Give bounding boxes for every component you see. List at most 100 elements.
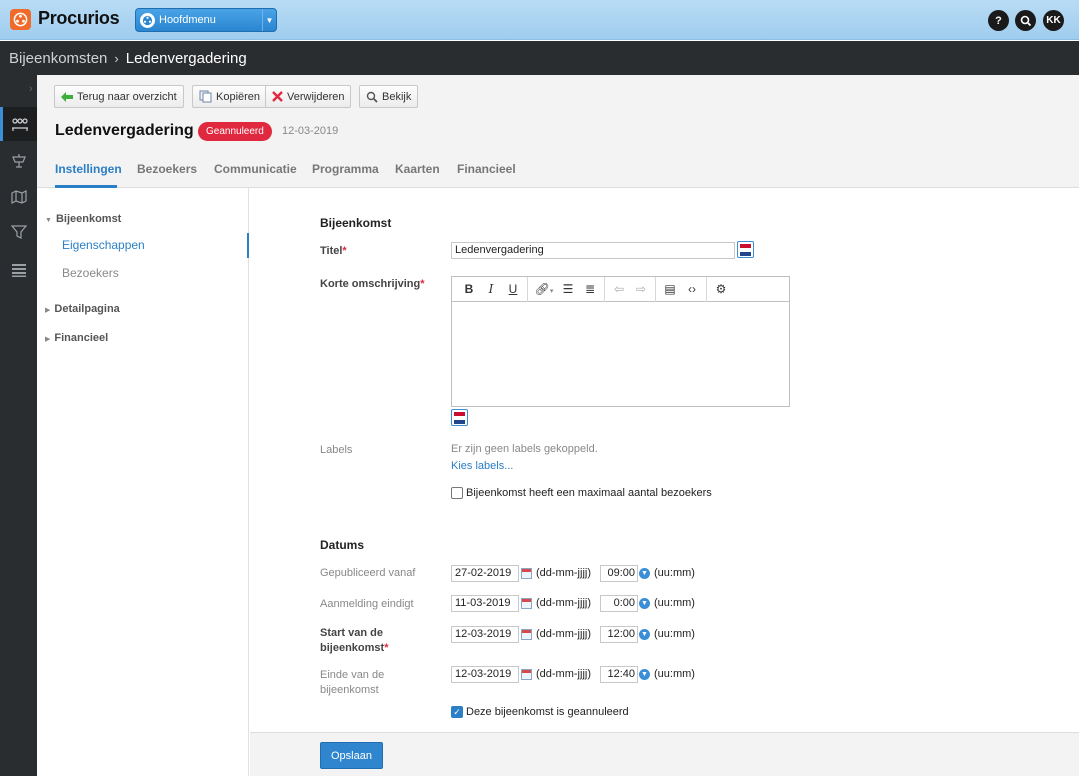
triangle-right-icon: ▶ bbox=[45, 336, 51, 343]
form-content: Bijeenkomst Titel* Ledenvergadering Kort… bbox=[250, 188, 1079, 776]
bullet-list-icon[interactable]: ☰ bbox=[557, 282, 579, 296]
search-button[interactable] bbox=[1015, 10, 1036, 31]
expand-rail-icon[interactable]: › bbox=[29, 83, 33, 95]
date-format-hint: (dd-mm-jjjj) bbox=[536, 668, 591, 680]
rich-text-editor[interactable]: B I U 🔗︎▾ ☰ ≣ ⇦ ⇨ ▤ ‹› ⚙ bbox=[451, 276, 790, 407]
copy-button[interactable]: Kopiëren bbox=[192, 85, 268, 108]
copy-label: Kopiëren bbox=[216, 90, 261, 103]
nav-item-bezoekers[interactable]: Bezoekers bbox=[62, 266, 119, 280]
link-icon[interactable]: 🔗︎▾ bbox=[531, 282, 557, 296]
tab-instellingen[interactable]: Instellingen bbox=[55, 162, 122, 176]
editor-divider bbox=[604, 276, 605, 302]
tab-bezoekers[interactable]: Bezoekers bbox=[137, 162, 197, 176]
magnifier-icon bbox=[366, 91, 378, 103]
event-end-time-input[interactable]: 12:40 bbox=[600, 666, 638, 683]
calendar-icon[interactable] bbox=[521, 598, 532, 609]
time-picker-icon[interactable]: ▼ bbox=[639, 629, 650, 640]
procurios-logo-icon[interactable] bbox=[10, 9, 31, 30]
save-button[interactable]: Opslaan bbox=[320, 742, 383, 769]
help-button[interactable]: ? bbox=[988, 10, 1009, 31]
nav-group-label: Bijeenkomst bbox=[55, 213, 122, 225]
max-visitors-checkbox[interactable] bbox=[451, 487, 463, 499]
max-visitors-label: Bijeenkomst heeft een maximaal aantal be… bbox=[466, 487, 712, 499]
registration-ends-time-input[interactable]: 0:00 bbox=[600, 595, 638, 612]
main-menu-button[interactable]: Hoofdmenu ▼ bbox=[135, 8, 277, 32]
tab-communicatie[interactable]: Communicatie bbox=[214, 162, 297, 176]
editor-divider bbox=[527, 276, 528, 302]
labels-empty-text: Er zijn geen labels gekoppeld. bbox=[451, 443, 598, 455]
calendar-icon[interactable] bbox=[521, 669, 532, 680]
breadcrumb-parent[interactable]: Bijeenkomsten bbox=[9, 50, 107, 67]
flag-nl-icon[interactable] bbox=[737, 241, 754, 258]
time-format-hint: (uu:mm) bbox=[654, 567, 695, 579]
gear-icon[interactable]: ⚙ bbox=[710, 282, 732, 296]
event-start-time-input[interactable]: 12:00 bbox=[600, 626, 638, 643]
registration-ends-date-input[interactable]: 11-03-2019 bbox=[451, 595, 519, 612]
cancelled-row[interactable]: ✓ Deze bijeenkomst is geannuleerd bbox=[451, 706, 629, 718]
logo-text[interactable]: Procurios bbox=[38, 8, 120, 29]
view-button[interactable]: Bekijk bbox=[359, 85, 419, 108]
filter-icon bbox=[10, 225, 27, 239]
event-end-label: Einde van de bijeenkomst bbox=[320, 669, 385, 696]
rail-item-map[interactable] bbox=[0, 180, 37, 214]
time-picker-icon[interactable]: ▼ bbox=[639, 568, 650, 579]
rail-item-events[interactable] bbox=[0, 107, 37, 141]
calendar-icon[interactable] bbox=[521, 629, 532, 640]
form-footer: Opslaan bbox=[250, 732, 1079, 776]
nav-group-financieel[interactable]: ▶ Financieel bbox=[45, 332, 108, 344]
paste-icon[interactable]: ▤ bbox=[659, 282, 681, 296]
time-picker-icon[interactable]: ▼ bbox=[639, 669, 650, 680]
source-code-icon[interactable]: ‹› bbox=[681, 282, 703, 296]
main-menu-label: Hoofdmenu bbox=[159, 14, 216, 26]
editor-divider bbox=[706, 276, 707, 302]
user-avatar[interactable]: KK bbox=[1043, 10, 1064, 31]
chevron-down-icon: ▼ bbox=[262, 9, 276, 31]
back-to-overview-button[interactable]: Terug naar overzicht bbox=[54, 85, 184, 108]
delete-label: Verwijderen bbox=[287, 90, 345, 103]
published-from-date-input[interactable]: 27-02-2019 bbox=[451, 565, 519, 582]
calendar-icon[interactable] bbox=[521, 568, 532, 579]
tab-kaarten[interactable]: Kaarten bbox=[395, 162, 440, 176]
active-nav-indicator bbox=[247, 233, 249, 258]
cancelled-label: Deze bijeenkomst is geannuleerd bbox=[466, 706, 629, 718]
check-icon[interactable]: ✓ bbox=[451, 706, 463, 718]
choose-labels-link[interactable]: Kies labels... bbox=[451, 460, 513, 472]
event-start-label-text: Start van de bijeenkomst bbox=[320, 627, 385, 654]
editor-body[interactable] bbox=[452, 302, 789, 407]
time-picker-icon[interactable]: ▼ bbox=[639, 598, 650, 609]
view-label: Bekijk bbox=[382, 90, 412, 103]
nav-item-eigenschappen[interactable]: Eigenschappen bbox=[62, 238, 145, 252]
title-label: Titel* bbox=[320, 244, 347, 259]
tab-financieel[interactable]: Financieel bbox=[457, 162, 516, 176]
triangle-right-icon: ▶ bbox=[45, 307, 51, 314]
tab-programma[interactable]: Programma bbox=[312, 162, 379, 176]
numbered-list-icon[interactable]: ≣ bbox=[579, 282, 601, 296]
rail-item-list[interactable] bbox=[0, 253, 37, 287]
section-nav: ▼ Bijeenkomst Eigenschappen Bezoekers ▶ De… bbox=[37, 188, 249, 776]
flag-nl-icon[interactable] bbox=[451, 409, 468, 426]
published-from-time-input[interactable]: 09:00 bbox=[600, 565, 638, 582]
delete-button[interactable]: Verwijderen bbox=[265, 85, 352, 108]
top-bar: Procurios Hoofdmenu ▼ ? KK bbox=[0, 0, 1079, 40]
copy-icon bbox=[199, 90, 212, 103]
map-icon bbox=[10, 190, 27, 204]
editor-divider bbox=[655, 276, 656, 302]
underline-icon[interactable]: U bbox=[502, 282, 524, 296]
title-input[interactable]: Ledenvergadering bbox=[451, 242, 735, 259]
bold-icon[interactable]: B bbox=[458, 282, 480, 296]
required-mark: * bbox=[384, 642, 389, 654]
max-visitors-row[interactable]: Bijeenkomst heeft een maximaal aantal be… bbox=[451, 487, 712, 499]
event-start-date-input[interactable]: 12-03-2019 bbox=[451, 626, 519, 643]
nav-group-detailpagina[interactable]: ▶ Detailpagina bbox=[45, 303, 120, 315]
rail-item-filter[interactable] bbox=[0, 215, 37, 249]
rail-item-presentations[interactable] bbox=[0, 144, 37, 178]
event-end-date-input[interactable]: 12-03-2019 bbox=[451, 666, 519, 683]
labels-label: Labels bbox=[320, 444, 353, 456]
undo-icon[interactable]: ⇦ bbox=[608, 282, 630, 296]
triangle-down-icon: ▼ bbox=[45, 217, 52, 224]
redo-icon[interactable]: ⇨ bbox=[630, 282, 652, 296]
required-mark: * bbox=[420, 278, 425, 290]
date-format-hint: (dd-mm-jjjj) bbox=[536, 567, 591, 579]
italic-icon[interactable]: I bbox=[480, 282, 502, 296]
nav-group-bijeenkomst[interactable]: ▼ Bijeenkomst bbox=[45, 213, 121, 225]
